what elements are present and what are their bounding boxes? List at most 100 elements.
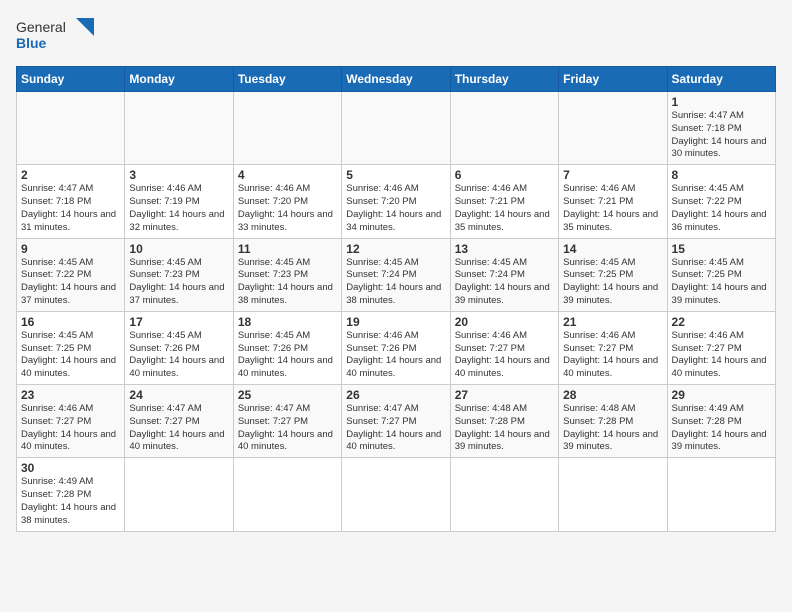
day-info: Sunrise: 4:45 AM Sunset: 7:24 PM Dayligh… [346, 257, 445, 308]
calendar-cell [233, 92, 341, 165]
day-of-week-header: Tuesday [233, 67, 341, 92]
day-info: Sunrise: 4:45 AM Sunset: 7:25 PM Dayligh… [563, 257, 662, 308]
svg-text:General: General [16, 19, 66, 35]
day-info: Sunrise: 4:47 AM Sunset: 7:27 PM Dayligh… [346, 403, 445, 454]
calendar-cell [667, 458, 775, 531]
day-number: 22 [672, 315, 771, 329]
calendar-cell: 18Sunrise: 4:45 AM Sunset: 7:26 PM Dayli… [233, 311, 341, 384]
day-of-week-header: Wednesday [342, 67, 450, 92]
day-number: 24 [129, 388, 228, 402]
day-info: Sunrise: 4:45 AM Sunset: 7:23 PM Dayligh… [129, 257, 228, 308]
calendar-cell: 13Sunrise: 4:45 AM Sunset: 7:24 PM Dayli… [450, 238, 558, 311]
day-info: Sunrise: 4:46 AM Sunset: 7:27 PM Dayligh… [563, 330, 662, 381]
calendar-week-row: 1Sunrise: 4:47 AM Sunset: 7:18 PM Daylig… [17, 92, 776, 165]
day-number: 18 [238, 315, 337, 329]
calendar-cell: 19Sunrise: 4:46 AM Sunset: 7:26 PM Dayli… [342, 311, 450, 384]
day-info: Sunrise: 4:49 AM Sunset: 7:28 PM Dayligh… [21, 476, 120, 527]
calendar-cell: 25Sunrise: 4:47 AM Sunset: 7:27 PM Dayli… [233, 385, 341, 458]
calendar-cell: 17Sunrise: 4:45 AM Sunset: 7:26 PM Dayli… [125, 311, 233, 384]
calendar-cell: 26Sunrise: 4:47 AM Sunset: 7:27 PM Dayli… [342, 385, 450, 458]
calendar-cell: 7Sunrise: 4:46 AM Sunset: 7:21 PM Daylig… [559, 165, 667, 238]
calendar-cell: 1Sunrise: 4:47 AM Sunset: 7:18 PM Daylig… [667, 92, 775, 165]
calendar-cell: 23Sunrise: 4:46 AM Sunset: 7:27 PM Dayli… [17, 385, 125, 458]
calendar-cell: 22Sunrise: 4:46 AM Sunset: 7:27 PM Dayli… [667, 311, 775, 384]
calendar-cell: 28Sunrise: 4:48 AM Sunset: 7:28 PM Dayli… [559, 385, 667, 458]
generalblue-logo-icon: GeneralBlue [16, 16, 96, 56]
day-info: Sunrise: 4:47 AM Sunset: 7:18 PM Dayligh… [21, 183, 120, 234]
calendar-cell [125, 458, 233, 531]
day-info: Sunrise: 4:46 AM Sunset: 7:21 PM Dayligh… [563, 183, 662, 234]
calendar-week-row: 23Sunrise: 4:46 AM Sunset: 7:27 PM Dayli… [17, 385, 776, 458]
day-number: 5 [346, 168, 445, 182]
calendar-cell: 12Sunrise: 4:45 AM Sunset: 7:24 PM Dayli… [342, 238, 450, 311]
day-info: Sunrise: 4:45 AM Sunset: 7:26 PM Dayligh… [238, 330, 337, 381]
calendar-week-row: 2Sunrise: 4:47 AM Sunset: 7:18 PM Daylig… [17, 165, 776, 238]
calendar-cell [342, 458, 450, 531]
day-info: Sunrise: 4:45 AM Sunset: 7:25 PM Dayligh… [672, 257, 771, 308]
day-info: Sunrise: 4:45 AM Sunset: 7:25 PM Dayligh… [21, 330, 120, 381]
day-of-week-header: Monday [125, 67, 233, 92]
calendar-cell [17, 92, 125, 165]
calendar-cell: 4Sunrise: 4:46 AM Sunset: 7:20 PM Daylig… [233, 165, 341, 238]
calendar-cell: 6Sunrise: 4:46 AM Sunset: 7:21 PM Daylig… [450, 165, 558, 238]
day-info: Sunrise: 4:46 AM Sunset: 7:27 PM Dayligh… [21, 403, 120, 454]
calendar-week-row: 16Sunrise: 4:45 AM Sunset: 7:25 PM Dayli… [17, 311, 776, 384]
day-number: 6 [455, 168, 554, 182]
day-info: Sunrise: 4:46 AM Sunset: 7:20 PM Dayligh… [238, 183, 337, 234]
day-number: 8 [672, 168, 771, 182]
day-number: 3 [129, 168, 228, 182]
calendar-cell: 9Sunrise: 4:45 AM Sunset: 7:22 PM Daylig… [17, 238, 125, 311]
calendar-cell [342, 92, 450, 165]
logo: GeneralBlue [16, 16, 96, 56]
calendar-cell: 16Sunrise: 4:45 AM Sunset: 7:25 PM Dayli… [17, 311, 125, 384]
day-number: 7 [563, 168, 662, 182]
calendar-cell: 5Sunrise: 4:46 AM Sunset: 7:20 PM Daylig… [342, 165, 450, 238]
day-number: 12 [346, 242, 445, 256]
day-info: Sunrise: 4:47 AM Sunset: 7:27 PM Dayligh… [129, 403, 228, 454]
day-number: 19 [346, 315, 445, 329]
day-info: Sunrise: 4:47 AM Sunset: 7:18 PM Dayligh… [672, 110, 771, 161]
calendar-cell: 14Sunrise: 4:45 AM Sunset: 7:25 PM Dayli… [559, 238, 667, 311]
calendar-table: SundayMondayTuesdayWednesdayThursdayFrid… [16, 66, 776, 532]
calendar-cell: 24Sunrise: 4:47 AM Sunset: 7:27 PM Dayli… [125, 385, 233, 458]
day-info: Sunrise: 4:45 AM Sunset: 7:23 PM Dayligh… [238, 257, 337, 308]
calendar-cell: 2Sunrise: 4:47 AM Sunset: 7:18 PM Daylig… [17, 165, 125, 238]
day-of-week-header: Thursday [450, 67, 558, 92]
day-info: Sunrise: 4:46 AM Sunset: 7:19 PM Dayligh… [129, 183, 228, 234]
day-number: 11 [238, 242, 337, 256]
day-number: 28 [563, 388, 662, 402]
day-info: Sunrise: 4:46 AM Sunset: 7:27 PM Dayligh… [672, 330, 771, 381]
calendar-cell [125, 92, 233, 165]
day-info: Sunrise: 4:48 AM Sunset: 7:28 PM Dayligh… [563, 403, 662, 454]
calendar-cell [450, 92, 558, 165]
calendar-week-row: 30Sunrise: 4:49 AM Sunset: 7:28 PM Dayli… [17, 458, 776, 531]
calendar-cell: 11Sunrise: 4:45 AM Sunset: 7:23 PM Dayli… [233, 238, 341, 311]
day-info: Sunrise: 4:49 AM Sunset: 7:28 PM Dayligh… [672, 403, 771, 454]
day-number: 21 [563, 315, 662, 329]
calendar-cell: 20Sunrise: 4:46 AM Sunset: 7:27 PM Dayli… [450, 311, 558, 384]
calendar-cell: 29Sunrise: 4:49 AM Sunset: 7:28 PM Dayli… [667, 385, 775, 458]
day-number: 9 [21, 242, 120, 256]
page-header: GeneralBlue [16, 16, 776, 56]
day-number: 1 [672, 95, 771, 109]
calendar-cell [233, 458, 341, 531]
day-number: 26 [346, 388, 445, 402]
calendar-cell: 15Sunrise: 4:45 AM Sunset: 7:25 PM Dayli… [667, 238, 775, 311]
day-info: Sunrise: 4:45 AM Sunset: 7:26 PM Dayligh… [129, 330, 228, 381]
calendar-cell: 30Sunrise: 4:49 AM Sunset: 7:28 PM Dayli… [17, 458, 125, 531]
day-number: 17 [129, 315, 228, 329]
day-info: Sunrise: 4:47 AM Sunset: 7:27 PM Dayligh… [238, 403, 337, 454]
day-info: Sunrise: 4:46 AM Sunset: 7:20 PM Dayligh… [346, 183, 445, 234]
calendar-cell [559, 458, 667, 531]
calendar-week-row: 9Sunrise: 4:45 AM Sunset: 7:22 PM Daylig… [17, 238, 776, 311]
day-number: 13 [455, 242, 554, 256]
day-of-week-header: Sunday [17, 67, 125, 92]
calendar-cell: 10Sunrise: 4:45 AM Sunset: 7:23 PM Dayli… [125, 238, 233, 311]
calendar-cell: 8Sunrise: 4:45 AM Sunset: 7:22 PM Daylig… [667, 165, 775, 238]
calendar-cell [450, 458, 558, 531]
svg-text:Blue: Blue [16, 35, 47, 51]
day-number: 15 [672, 242, 771, 256]
day-number: 4 [238, 168, 337, 182]
calendar-cell: 27Sunrise: 4:48 AM Sunset: 7:28 PM Dayli… [450, 385, 558, 458]
day-number: 10 [129, 242, 228, 256]
